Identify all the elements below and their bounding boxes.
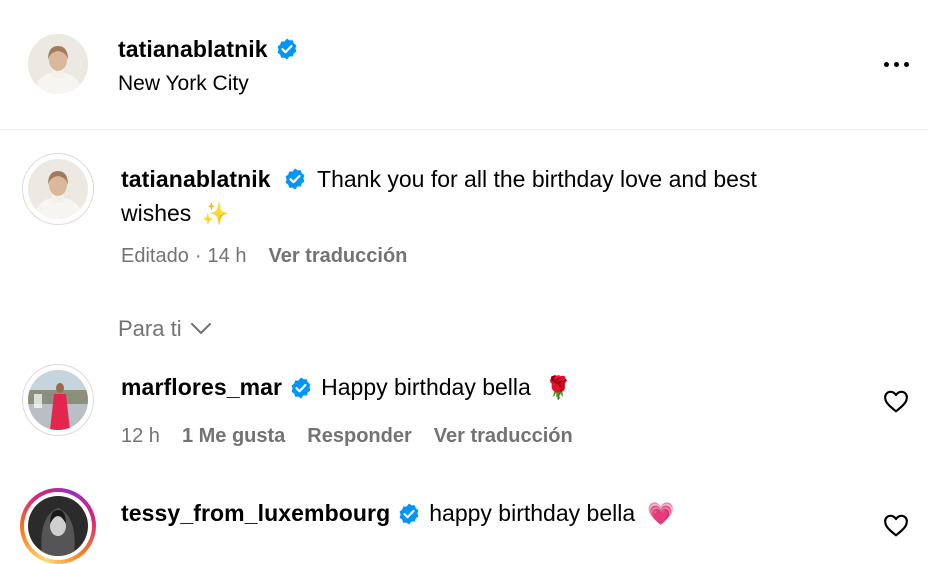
caption-username[interactable]: tatianablatnik (121, 166, 271, 192)
more-options-button[interactable] (878, 52, 914, 76)
chevron-down-icon (190, 323, 211, 334)
avatar-photo (28, 34, 88, 94)
comment-filter-dropdown[interactable]: Para ti (118, 316, 212, 342)
comment-avatar[interactable] (28, 496, 88, 556)
comment-username[interactable]: tessy_from_luxembourg (121, 500, 390, 527)
comment-time[interactable]: 12 h (121, 425, 160, 448)
caption-text-line2: wishes (121, 200, 192, 226)
caption-text-line1: Thank you for all the birthday love and … (317, 166, 757, 192)
filter-label: Para ti (118, 316, 182, 341)
dot-icon (903, 61, 909, 67)
verified-badge-icon (399, 503, 419, 524)
rose-emoji: 🌹 (544, 374, 573, 400)
sparkles-emoji: ✨ (201, 201, 230, 226)
verified-badge-icon (277, 38, 297, 60)
like-heart-icon[interactable] (883, 389, 909, 413)
avatar-photo (28, 370, 88, 430)
header-divider (0, 129, 928, 130)
verified-badge-icon (291, 377, 311, 398)
dot-icon (893, 61, 899, 67)
edited-label: Editado (121, 245, 189, 267)
comment-text: happy birthday bella (429, 500, 636, 526)
header-location[interactable]: New York City (118, 72, 249, 96)
avatar-photo (28, 496, 88, 556)
comment-username[interactable]: marflores_mar (121, 374, 282, 401)
comment-avatar[interactable] (28, 370, 88, 430)
avatar-photo (28, 159, 88, 219)
caption-avatar[interactable] (28, 159, 88, 219)
reply-button[interactable]: Responder (307, 425, 411, 448)
heart-emoji: 💗 (647, 500, 675, 526)
comment-likes[interactable]: 1 Me gusta (182, 425, 285, 448)
comment-translate-button[interactable]: Ver traducción (434, 425, 573, 448)
dot-icon (883, 61, 889, 67)
caption-translate-button[interactable]: Ver traducción (268, 245, 407, 268)
meta-separator: · (194, 245, 202, 267)
verified-badge-icon (285, 168, 305, 190)
header-username[interactable]: tatianablatnik (118, 36, 268, 63)
header-avatar[interactable] (28, 34, 88, 94)
comment-text: Happy birthday bella (321, 374, 531, 400)
caption-time[interactable]: 14 h (208, 245, 247, 268)
like-heart-icon[interactable] (883, 513, 909, 537)
